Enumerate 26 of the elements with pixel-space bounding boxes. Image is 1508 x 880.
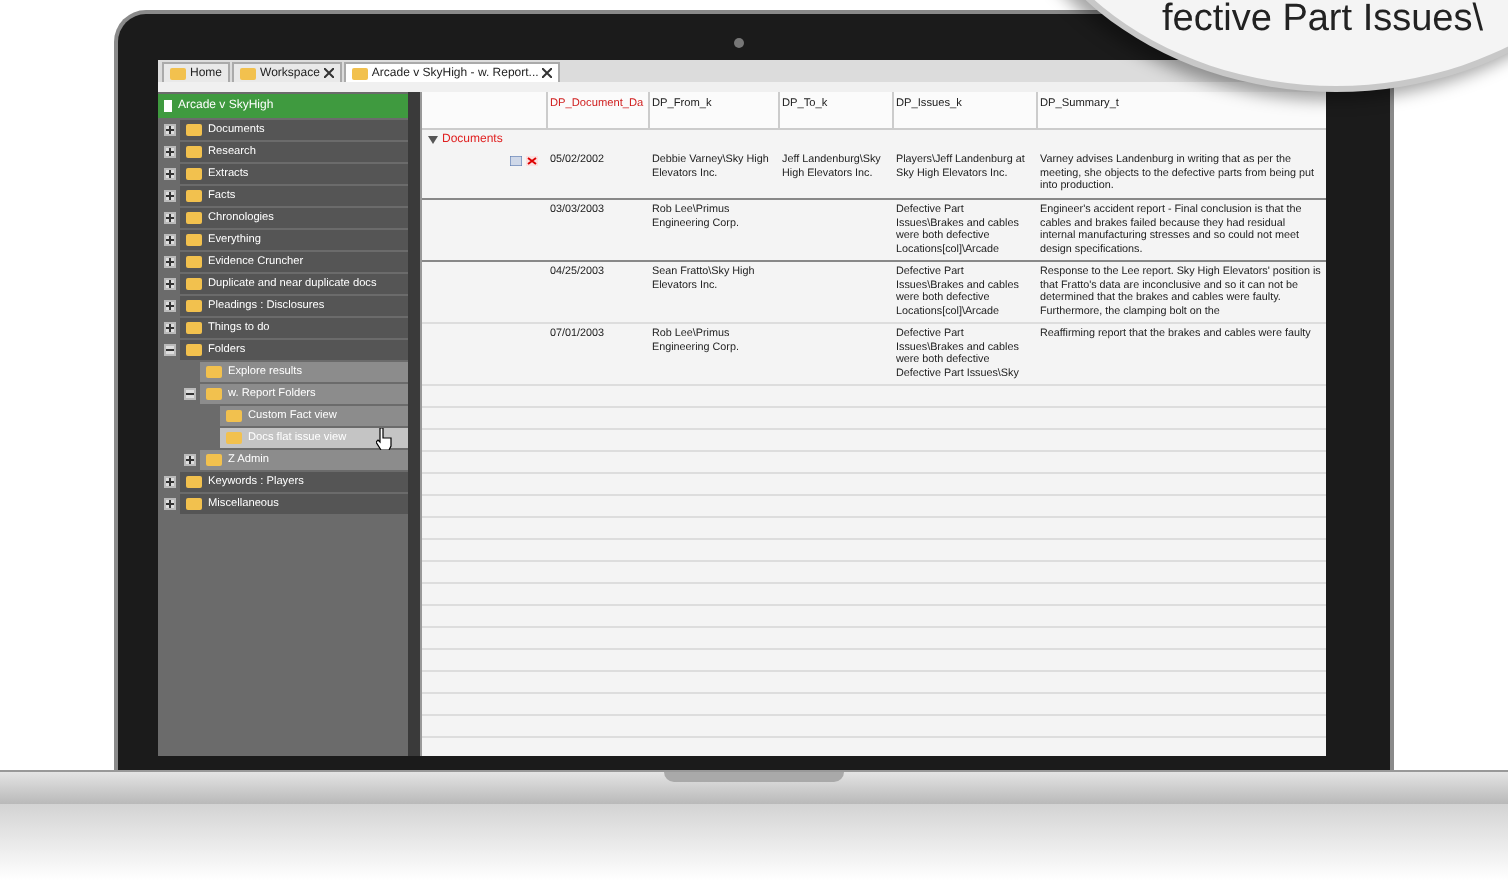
camera-icon — [734, 38, 744, 48]
expand-icon[interactable] — [164, 498, 176, 510]
hand-cursor-icon — [376, 427, 393, 449]
expand-icon[interactable] — [164, 476, 176, 488]
expand-icon[interactable] — [184, 454, 196, 466]
expand-icon[interactable] — [164, 278, 176, 290]
magnified-text: fective Part Issues\ — [1160, 0, 1484, 44]
collapse-arrow-icon[interactable] — [428, 136, 438, 144]
expand-icon[interactable] — [164, 322, 176, 334]
folder-icon — [170, 67, 186, 79]
expand-icon[interactable] — [164, 300, 176, 312]
expand-icon[interactable] — [164, 234, 176, 246]
expand-icon[interactable] — [164, 256, 176, 268]
collapse-icon[interactable] — [184, 388, 196, 400]
folder-icon — [240, 67, 257, 79]
expand-icon[interactable] — [164, 168, 176, 180]
folder-icon — [351, 67, 368, 79]
document-icon — [164, 100, 172, 112]
collapse-icon[interactable] — [164, 344, 176, 356]
close-icon[interactable] — [542, 68, 553, 78]
delete-icon[interactable] — [526, 156, 538, 166]
expand-icon[interactable] — [164, 124, 176, 136]
expand-icon[interactable] — [164, 212, 176, 224]
close-icon[interactable] — [323, 68, 334, 78]
expand-icon[interactable] — [164, 146, 176, 158]
expand-icon[interactable] — [164, 190, 176, 202]
